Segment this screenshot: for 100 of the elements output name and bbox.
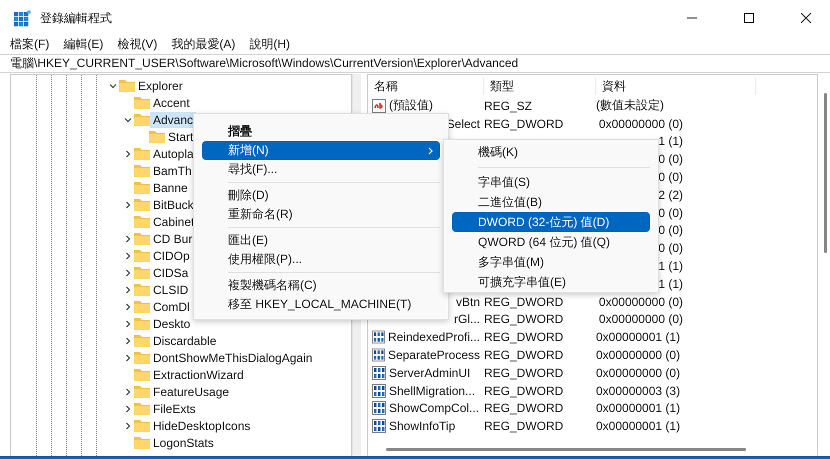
value-name[interactable]: ShowInfoTip	[389, 419, 456, 434]
folder-icon	[149, 130, 165, 143]
chevron-right-icon[interactable]	[124, 268, 132, 276]
chevron-right-icon[interactable]	[124, 422, 132, 430]
menu-item[interactable]: 機碼(K)	[452, 142, 650, 162]
folder-icon	[134, 300, 150, 313]
folder-icon	[134, 334, 150, 347]
menu-item[interactable]: 多字串值(M)	[452, 252, 650, 272]
folder-icon	[119, 79, 135, 92]
value-name[interactable]: vBtn	[456, 294, 480, 309]
menu-item[interactable]: 摺疊	[202, 122, 440, 141]
tree-item[interactable]: LogonStats	[150, 434, 217, 450]
minimize-icon	[687, 17, 697, 19]
horizontal-scrollbar[interactable]	[386, 448, 746, 451]
column-header[interactable]: 類型	[484, 78, 596, 94]
value-name[interactable]: ServerAdminUI	[389, 366, 470, 380]
tree-item[interactable]: Accent	[150, 94, 193, 110]
menu-bar-item[interactable]: 編輯(E)	[63, 36, 104, 53]
tree-item[interactable]: Autopla	[150, 146, 197, 162]
value-name[interactable]: ShowCompCol...	[389, 401, 480, 416]
column-header[interactable]: 資料	[596, 78, 756, 94]
menu-item[interactable]: 移至 HKEY_LOCAL_MACHINE(T)	[202, 295, 440, 314]
value-name[interactable]: rGl...	[454, 312, 480, 326]
menu-item[interactable]: QWORD (64 位元) 值(Q)	[452, 232, 650, 252]
menu-item[interactable]: 字串值(S)	[452, 172, 650, 192]
value-data: 0x00000000 (0)	[596, 366, 680, 380]
tree-item[interactable]: Start	[165, 128, 196, 144]
tree-item[interactable]: Deskto	[150, 316, 194, 332]
menu-item[interactable]: 可擴充字串值(E)	[452, 272, 650, 292]
menu-bar-item[interactable]: 說明(H)	[249, 36, 290, 53]
tree-item[interactable]: CLSID	[150, 282, 192, 298]
tree-item[interactable]: BitBuck	[150, 196, 197, 212]
tree-item[interactable]: CD Bur	[150, 230, 196, 246]
tree-item[interactable]: Discardable	[150, 332, 220, 348]
chevron-right-icon[interactable]	[124, 336, 132, 344]
address-bar[interactable]: 電腦\HKEY_CURRENT_USER\Software\Microsoft\Windows\CurrentVersion\Explorer\Advanced	[0, 54, 830, 73]
menu-bar-item[interactable]: 檢視(V)	[117, 36, 158, 53]
tree-item[interactable]: CIDSa	[150, 264, 192, 280]
menu-item[interactable]: 尋找(F)...	[202, 160, 440, 179]
value-data: 0 (0)	[658, 223, 683, 238]
value-data: 0x00000000 (0)	[598, 294, 683, 309]
chevron-right-icon[interactable]	[124, 252, 132, 260]
tree-item[interactable]: BamTh	[150, 162, 195, 178]
value-data: 0 (0)	[658, 170, 683, 184]
value-name[interactable]: (預設值)	[389, 97, 433, 114]
chevron-right-icon[interactable]	[124, 320, 132, 328]
tree-item[interactable]: Banne	[150, 180, 191, 196]
tree-item[interactable]: ExtractionWizard	[150, 366, 247, 382]
value-name[interactable]: ShellMigration...	[389, 384, 476, 398]
menu-item[interactable]: 新增(N)	[202, 141, 440, 160]
value-data: 1 (1)	[658, 276, 683, 291]
chevron-right-icon[interactable]	[124, 354, 132, 362]
chevron-right-icon[interactable]	[124, 302, 132, 310]
menu-item[interactable]: 使用權限(P)...	[202, 250, 440, 269]
value-name[interactable]: ReindexedProfi...	[388, 330, 480, 344]
tree-item[interactable]: FileExts	[150, 400, 199, 416]
value-name[interactable]: SeparateProcess	[388, 348, 480, 362]
binary-value-icon	[372, 348, 385, 362]
tree-item[interactable]: DontShowMeThisDialogAgain	[150, 350, 316, 366]
folder-icon	[134, 266, 150, 279]
menu-bar-item[interactable]: 我的最愛(A)	[171, 36, 236, 53]
menu-item[interactable]: DWORD (32-位元) 值(D)	[452, 212, 650, 232]
chevron-right-icon[interactable]	[124, 388, 132, 396]
value-type: REG_DWORD	[484, 401, 564, 416]
column-header[interactable]: 名稱	[368, 78, 484, 94]
value-type: REG_DWORD	[484, 419, 564, 434]
chevron-right-icon[interactable]	[124, 404, 132, 412]
vertical-scrollbar[interactable]	[824, 93, 827, 253]
chevron-right-icon[interactable]	[124, 150, 132, 158]
value-type: REG_DWORD	[484, 116, 564, 131]
folder-icon	[134, 249, 150, 262]
menu-item[interactable]: 複製機碼名稱(C)	[202, 276, 440, 295]
value-data: 0x00000001 (1)	[596, 330, 680, 344]
value-data: 2 (2)	[658, 188, 683, 202]
menu-item[interactable]: 二進位值(B)	[452, 192, 650, 212]
tree-item[interactable]: FeatureUsage	[150, 384, 232, 400]
folder-icon	[134, 351, 150, 364]
tree-item[interactable]: CIDOp	[150, 248, 193, 264]
value-type: REG_DWORD	[484, 348, 564, 362]
chevron-right-icon[interactable]	[124, 234, 132, 242]
folder-icon	[134, 436, 150, 449]
menu-item[interactable]: 匯出(E)	[202, 231, 440, 250]
tree-item[interactable]: ComDl	[150, 298, 193, 314]
registry-app-icon	[14, 10, 31, 26]
value-data: 0 (0)	[658, 241, 683, 256]
chevron-down-icon[interactable]	[124, 116, 132, 124]
tree-item[interactable]: HideDesktopIcons	[150, 418, 254, 434]
tree-item[interactable]: Advanc	[150, 112, 196, 128]
folder-icon	[134, 402, 150, 415]
folder-icon	[134, 113, 150, 126]
menu-item[interactable]: 重新命名(R)	[202, 205, 440, 224]
menu-bar-item[interactable]: 檔案(F)	[10, 36, 50, 53]
chevron-right-icon[interactable]	[124, 286, 132, 294]
value-data: 0 (0)	[658, 206, 683, 220]
value-data: 1 (1)	[658, 259, 683, 274]
value-type: REG_DWORD	[484, 330, 564, 344]
menu-item[interactable]: 刪除(D)	[202, 186, 440, 205]
chevron-right-icon[interactable]	[124, 200, 132, 208]
chevron-down-icon[interactable]	[109, 82, 117, 90]
tree-item[interactable]: Explorer	[135, 78, 186, 94]
